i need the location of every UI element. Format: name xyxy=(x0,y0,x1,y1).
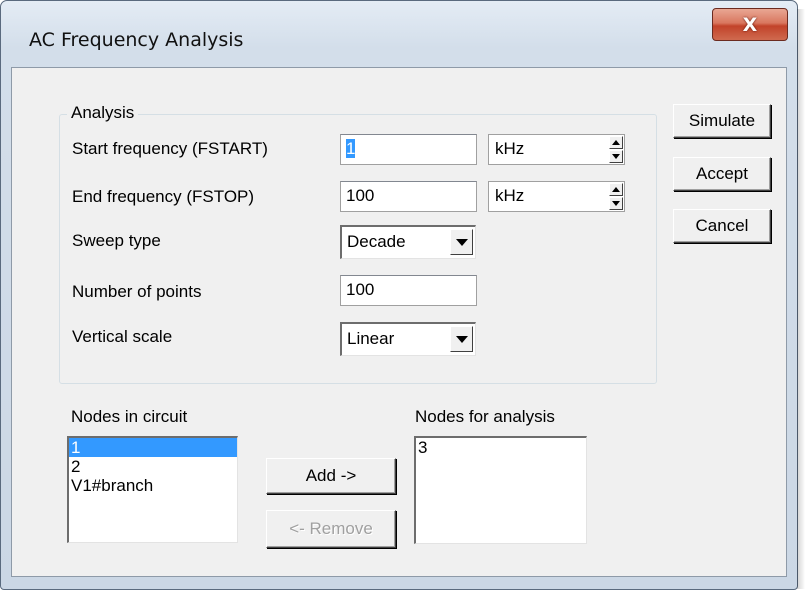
list-item[interactable]: 2 xyxy=(69,457,237,476)
spin-down-button[interactable] xyxy=(609,197,623,210)
triangle-down-icon xyxy=(612,201,620,206)
number-of-points-input[interactable]: 100 xyxy=(340,275,477,306)
vertical-scale-label: Vertical scale xyxy=(72,327,173,346)
list-item[interactable]: 3 xyxy=(416,438,586,457)
remove-button[interactable]: <- Remove xyxy=(266,510,396,548)
vertical-scale-select[interactable]: Linear xyxy=(340,322,476,356)
triangle-up-icon xyxy=(612,140,620,145)
sweep-type-value: Decade xyxy=(347,232,406,251)
simulate-button[interactable]: Simulate xyxy=(673,104,771,138)
number-of-points-value: 100 xyxy=(346,280,375,299)
vertical-scale-dropdown-button[interactable] xyxy=(450,326,473,352)
analysis-group-legend: Analysis xyxy=(67,103,139,123)
spin-up-button[interactable] xyxy=(609,183,623,196)
spin-up-button[interactable] xyxy=(609,136,623,149)
chevron-down-icon xyxy=(455,238,468,246)
close-button[interactable]: X xyxy=(712,8,788,41)
start-frequency-unit: kHz xyxy=(495,139,525,158)
end-frequency-unit-field[interactable]: kHz xyxy=(488,181,625,212)
list-item[interactable]: V1#branch xyxy=(69,476,237,495)
nodes-in-circuit-label: Nodes in circuit xyxy=(71,407,188,426)
start-frequency-value: 1 xyxy=(346,139,356,158)
end-frequency-value: 100 xyxy=(346,186,375,205)
window-title: AC Frequency Analysis xyxy=(29,29,244,51)
end-frequency-unit: kHz xyxy=(495,186,525,205)
triangle-down-icon xyxy=(612,154,620,159)
number-of-points-label: Number of points xyxy=(72,282,202,301)
start-frequency-unit-spinner xyxy=(609,135,624,164)
add-button[interactable]: Add -> xyxy=(266,458,396,494)
chevron-down-icon xyxy=(455,335,468,343)
nodes-in-circuit-list[interactable]: 1 2 V1#branch xyxy=(67,436,238,543)
close-icon: X xyxy=(742,13,758,36)
cancel-button[interactable]: Cancel xyxy=(673,209,771,243)
end-frequency-label: End frequency (FSTOP) xyxy=(72,187,255,206)
vertical-scale-value: Linear xyxy=(347,329,395,348)
triangle-up-icon xyxy=(612,187,620,192)
nodes-for-analysis-list[interactable]: 3 xyxy=(414,436,587,544)
start-frequency-label: Start frequency (FSTART) xyxy=(72,139,268,158)
sweep-type-label: Sweep type xyxy=(72,231,161,250)
spin-down-button[interactable] xyxy=(609,150,623,163)
accept-button[interactable]: Accept xyxy=(673,157,771,191)
end-frequency-input[interactable]: 100 xyxy=(340,181,477,212)
nodes-for-analysis-label: Nodes for analysis xyxy=(415,407,555,426)
start-frequency-input[interactable]: 1 xyxy=(340,134,477,165)
sweep-type-dropdown-button[interactable] xyxy=(450,229,473,255)
sweep-type-select[interactable]: Decade xyxy=(340,225,476,259)
start-frequency-unit-field[interactable]: kHz xyxy=(488,134,625,165)
end-frequency-unit-spinner xyxy=(609,182,624,211)
list-item[interactable]: 1 xyxy=(69,438,237,457)
